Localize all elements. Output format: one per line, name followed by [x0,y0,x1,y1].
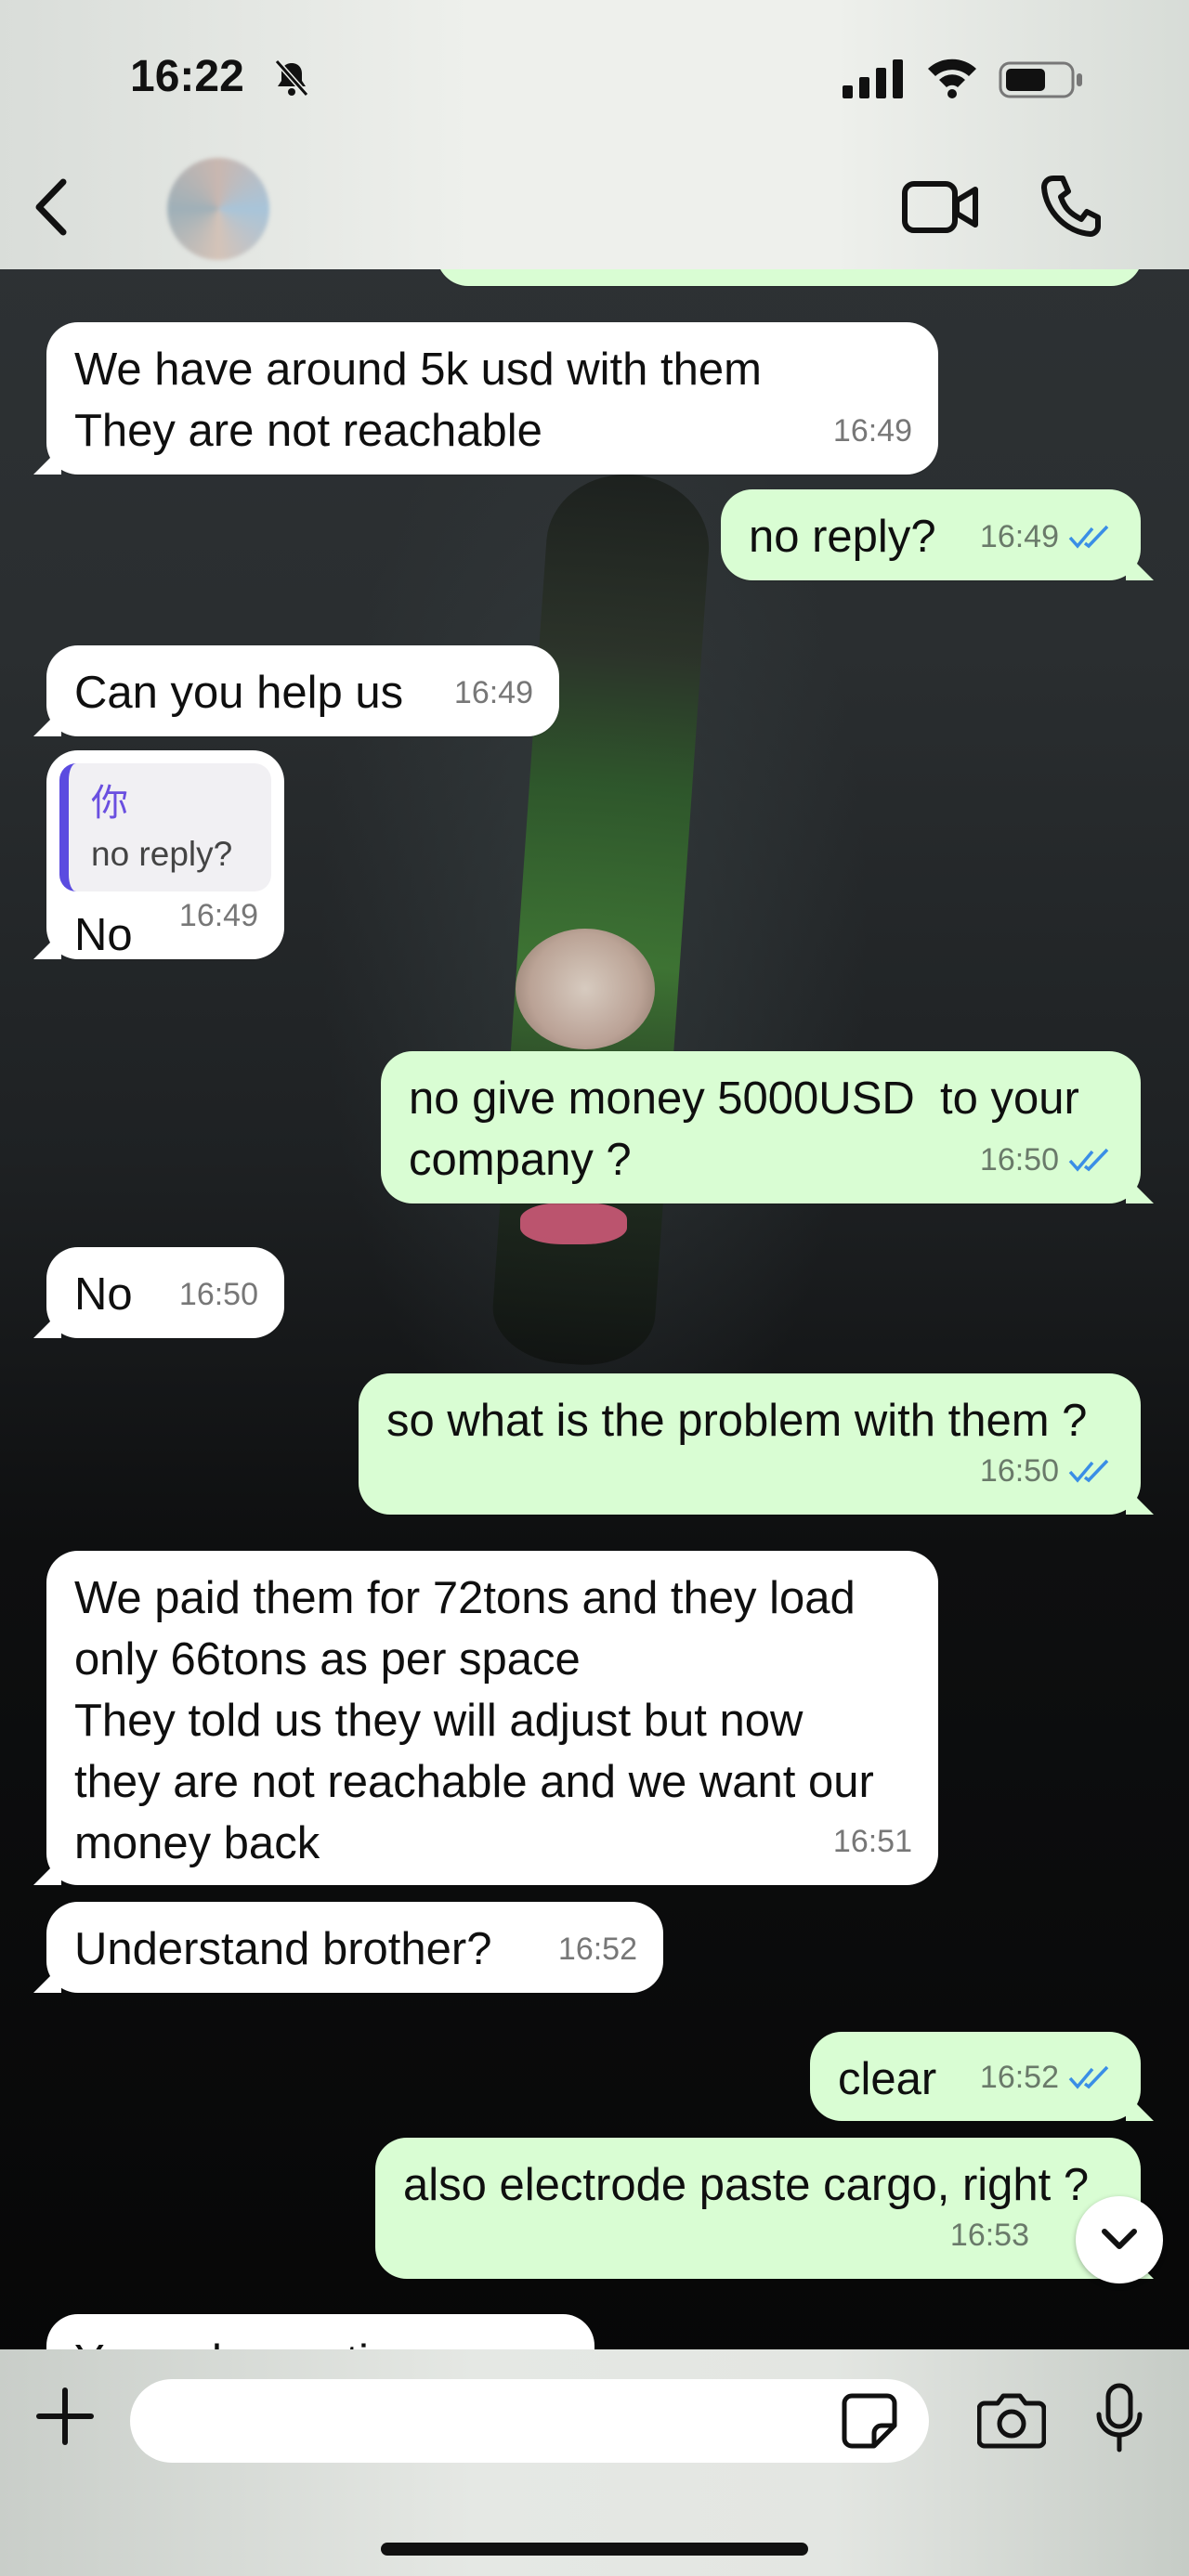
sticker-icon[interactable] [841,2392,898,2450]
message-bubble-outgoing[interactable]: clear 16:52 [810,2032,1141,2121]
phone-call-icon[interactable] [1040,173,1102,238]
message-bubble-outgoing[interactable]: no give money 5000USD to your company ? … [381,1051,1141,1203]
message-bubble-incoming[interactable]: Understand brother? 16:52 [46,1902,663,1993]
message-bubble-incoming[interactable]: No 16:50 [46,1247,284,1338]
microphone-icon[interactable] [1094,2383,1144,2453]
read-ticks-icon [1068,525,1109,549]
message-composer [0,2349,1189,2576]
message-bubble-incoming-partial[interactable]: Yes only one time [46,2314,594,2349]
message-text: Yes only one time [74,2331,567,2349]
message-bubble-outgoing[interactable]: so what is the problem with them ? 16:50 [359,1373,1141,1515]
chat-header: 16:22 [0,0,1189,269]
message-time: 16:50 [979,1453,1059,1489]
battery-icon [999,61,1082,98]
message-list[interactable]: We have around 5k usd with them They are… [0,269,1189,2349]
quoted-message[interactable]: 你 no reply? [59,763,271,891]
message-time: 16:53 [949,2218,1029,2253]
cellular-signal-icon [843,59,903,98]
wifi-icon [928,59,976,98]
message-bubble-outgoing[interactable]: no reply? 16:49 [721,489,1141,580]
bell-muted-icon [274,59,309,97]
quote-text: no reply? [91,835,233,873]
message-time: 16:49 [979,519,1059,554]
read-ticks-icon [1068,1148,1109,1172]
message-text: Understand brother? [74,1924,492,1974]
quote-author: 你 [91,783,128,824]
contact-name[interactable] [307,186,641,232]
read-ticks-icon [1068,1459,1109,1483]
message-time: 16:52 [979,2060,1059,2095]
message-bubble-incoming[interactable]: We have around 5k usd with them They are… [46,322,938,475]
message-bubble-incoming[interactable]: Can you help us 16:49 [46,645,559,736]
message-bubble-partial [437,269,1143,286]
home-indicator [381,2543,808,2556]
scroll-to-bottom-button[interactable] [1076,2196,1163,2283]
message-time: 16:49 [832,413,912,449]
message-bubble-outgoing[interactable]: also electrode paste cargo, right ? 16:5… [375,2138,1141,2279]
message-text: We paid them for 72tons and they load on… [74,1573,874,1868]
plus-icon[interactable] [35,2387,95,2446]
avatar[interactable] [167,158,269,260]
back-chevron-icon[interactable] [28,175,74,240]
message-text: We have around 5k usd with them They are… [74,345,762,456]
message-time: 16:51 [832,1824,912,1859]
message-time: 16:49 [178,898,258,933]
status-time: 16:22 [130,52,244,101]
chevron-down-icon [1102,2229,1137,2249]
message-input[interactable] [130,2379,929,2463]
video-call-icon[interactable] [901,176,980,238]
camera-icon[interactable] [977,2390,1046,2450]
message-time: 16:50 [979,1142,1059,1177]
message-bubble-incoming[interactable]: We paid them for 72tons and they load on… [46,1551,938,1885]
message-time: 16:52 [557,1932,637,1967]
message-bubble-reply[interactable]: 你 no reply? No 16:49 [46,750,284,960]
read-ticks-icon [1068,2065,1109,2089]
message-time: 16:50 [178,1277,258,1312]
message-time: 16:49 [453,675,533,710]
